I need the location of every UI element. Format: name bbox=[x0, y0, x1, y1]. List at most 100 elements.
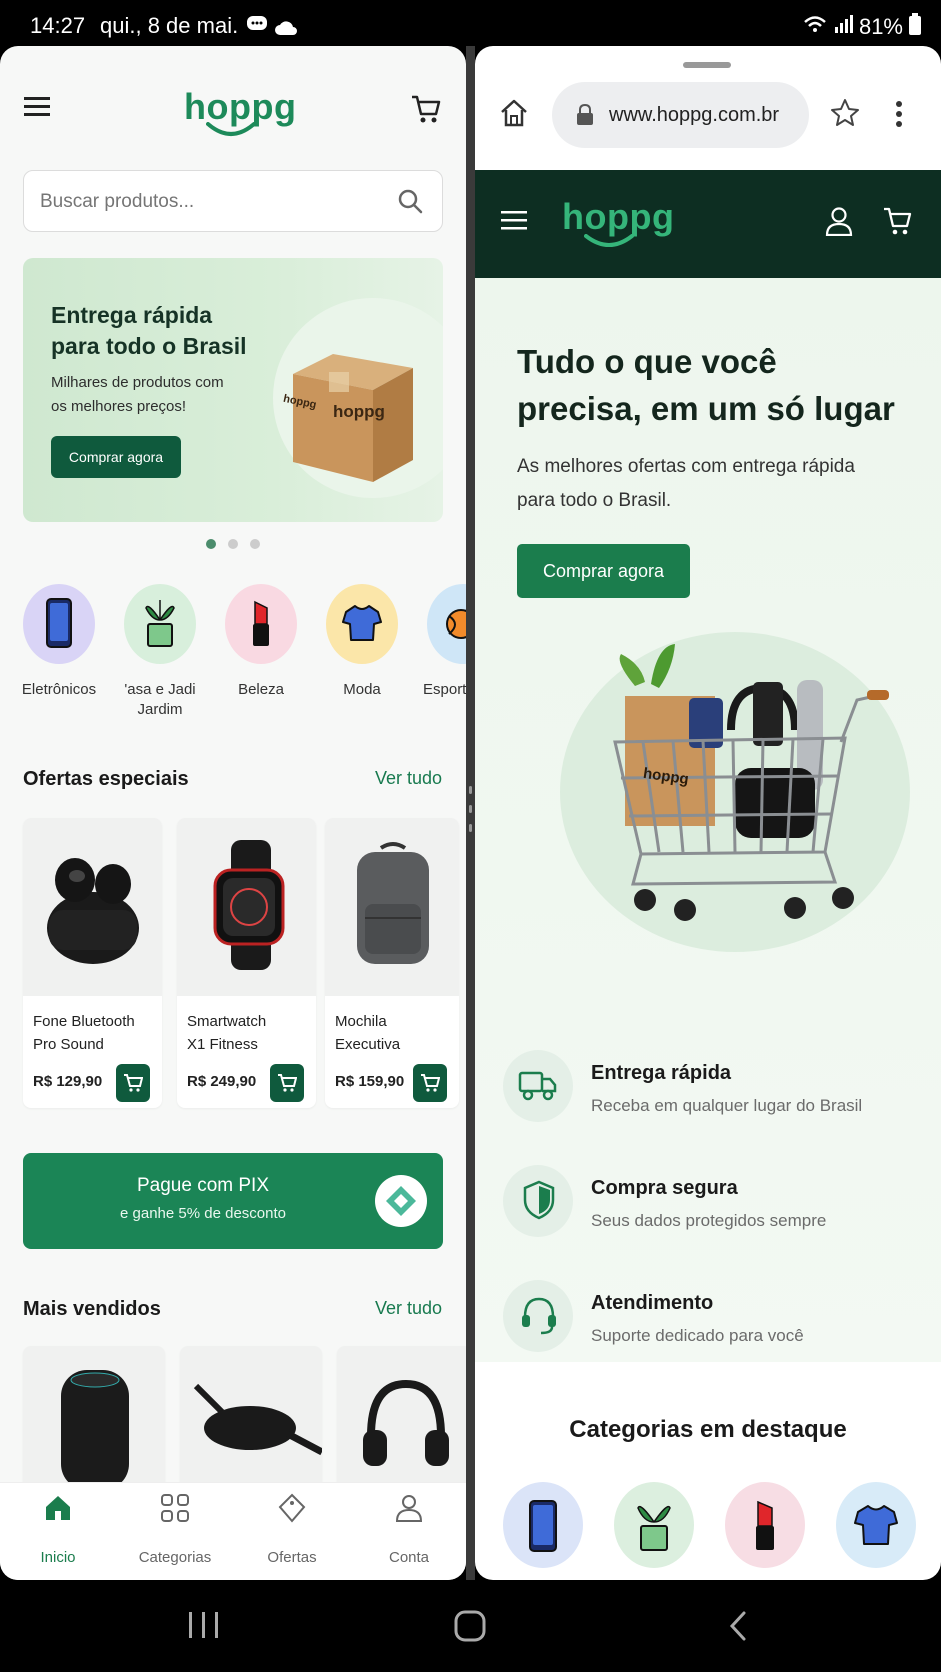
cloud-icon bbox=[274, 16, 298, 42]
cart-icon bbox=[124, 1074, 143, 1092]
featured-category-fashion[interactable] bbox=[836, 1482, 916, 1568]
search-icon[interactable] bbox=[398, 189, 424, 220]
bestseller-card[interactable] bbox=[23, 1346, 165, 1496]
featured-category-electronics[interactable] bbox=[503, 1482, 583, 1568]
shield-icon bbox=[503, 1165, 573, 1237]
product-image bbox=[325, 818, 459, 996]
cart-icon[interactable] bbox=[410, 94, 442, 129]
search-bar[interactable] bbox=[23, 170, 443, 232]
pix-icon bbox=[375, 1175, 427, 1227]
account-icon[interactable] bbox=[825, 206, 853, 241]
bottom-navigation: Inicio Categorias Ofertas Conta bbox=[0, 1482, 466, 1580]
category-eletronicos[interactable] bbox=[23, 584, 95, 664]
featured-category-garden[interactable] bbox=[614, 1482, 694, 1568]
product-price: R$ 129,90 bbox=[33, 1073, 103, 1090]
split-screen-divider[interactable] bbox=[466, 46, 475, 1580]
bestseller-card[interactable] bbox=[337, 1346, 466, 1496]
product-card[interactable]: Smartwatch X1 Fitness R$ 249,90 bbox=[177, 818, 316, 1108]
frying-pan-image bbox=[193, 1383, 322, 1456]
banner-buy-button[interactable]: Comprar agora bbox=[51, 436, 181, 478]
bookmark-star-icon[interactable] bbox=[830, 98, 860, 133]
search-input[interactable] bbox=[40, 185, 380, 219]
site-menu-icon[interactable] bbox=[501, 210, 527, 237]
home-icon[interactable] bbox=[499, 98, 529, 133]
feature-title: Compra segura bbox=[591, 1177, 738, 1199]
backpack-image bbox=[357, 842, 429, 964]
hero-subtitle-line2: para todo o Brasil. bbox=[517, 490, 672, 511]
category-beleza[interactable] bbox=[225, 584, 297, 664]
back-icon[interactable] bbox=[726, 1610, 750, 1647]
product-price: R$ 159,90 bbox=[335, 1073, 405, 1090]
add-to-cart-button[interactable] bbox=[270, 1064, 304, 1102]
product-name-line2: Executiva bbox=[335, 1036, 401, 1053]
featured-category-beauty[interactable] bbox=[725, 1482, 805, 1568]
product-name: Smartwatch X1 Fitness bbox=[187, 1010, 266, 1056]
ball-icon bbox=[446, 609, 466, 639]
package-box-image: hoppg hoppg bbox=[282, 354, 413, 482]
product-image bbox=[177, 818, 316, 996]
add-to-cart-button[interactable] bbox=[116, 1064, 150, 1102]
hero-section: Tudo o que você precisa, em um só lugar … bbox=[475, 278, 941, 1362]
feature-title: Entrega rápida bbox=[591, 1062, 732, 1084]
category-casa-jardim[interactable] bbox=[124, 584, 196, 664]
promo-banner[interactable]: Entrega rápida para todo o Brasil Milhar… bbox=[23, 258, 443, 522]
offers-see-all-link[interactable]: Ver tudo bbox=[375, 768, 442, 789]
bestsellers-see-all-link[interactable]: Ver tudo bbox=[375, 1298, 442, 1319]
nav-inicio[interactable]: Inicio bbox=[3, 1493, 113, 1566]
hero-title: Tudo o que você precisa, em um só lugar bbox=[517, 338, 895, 432]
recent-apps-icon[interactable] bbox=[187, 1610, 221, 1645]
battery-icon bbox=[909, 13, 921, 41]
category-label-beleza: Beleza bbox=[238, 681, 284, 698]
hero-buy-button[interactable]: Comprar agora bbox=[517, 544, 690, 598]
product-name-line2: X1 Fitness bbox=[187, 1036, 258, 1053]
battery-level: 81% bbox=[858, 14, 903, 39]
feature-entrega: Entrega rápida Receba em qualquer lugar … bbox=[503, 1050, 923, 1140]
browser-pane: www.hoppg.com.br hoppg Tudo o que você p… bbox=[475, 46, 941, 1580]
product-card[interactable]: Fone Bluetooth Pro Sound R$ 129,90 bbox=[23, 818, 162, 1108]
nav-conta[interactable]: Conta bbox=[354, 1493, 464, 1566]
carousel-dot-active[interactable] bbox=[206, 539, 216, 549]
product-image bbox=[23, 818, 162, 996]
carousel-dots bbox=[206, 539, 260, 549]
drag-handle[interactable] bbox=[683, 62, 731, 68]
status-date: qui., 8 de mai. bbox=[100, 13, 239, 38]
product-name: Fone Bluetooth Pro Sound bbox=[33, 1010, 135, 1056]
offers-title: Ofertas especiais bbox=[23, 768, 189, 790]
cart-icon bbox=[421, 1074, 440, 1092]
add-to-cart-button[interactable] bbox=[413, 1064, 447, 1102]
screen: 14:27 qui., 8 de mai. 81% hoppg Buscar p… bbox=[0, 0, 941, 1672]
tshirt-icon bbox=[342, 605, 382, 641]
headset-icon bbox=[503, 1280, 573, 1352]
nav-ofertas[interactable]: Ofertas bbox=[237, 1493, 347, 1566]
carousel-dot[interactable] bbox=[250, 539, 260, 549]
address-bar[interactable]: www.hoppg.com.br bbox=[552, 82, 809, 148]
bestsellers-title: Mais vendidos bbox=[23, 1298, 161, 1320]
category-esportes[interactable] bbox=[427, 584, 466, 664]
bestseller-card[interactable] bbox=[180, 1346, 322, 1496]
banner-subtitle: Milhares de produtos com os melhores pre… bbox=[51, 371, 224, 419]
nav-ofertas-label: Ofertas bbox=[267, 1549, 317, 1566]
plant-icon bbox=[637, 1505, 671, 1551]
tshirt-icon bbox=[854, 1505, 898, 1545]
pix-banner[interactable]: Pague com PIX e ganhe 5% de desconto bbox=[23, 1153, 443, 1249]
nav-conta-label: Conta bbox=[388, 1549, 430, 1566]
product-card[interactable]: Mochila Executiva R$ 159,90 bbox=[325, 818, 459, 1108]
feature-title: Atendimento bbox=[591, 1292, 714, 1314]
nav-inicio-label: Inicio bbox=[40, 1549, 76, 1566]
feature-desc: Suporte dedicado para você bbox=[591, 1326, 804, 1345]
tag-icon bbox=[278, 1493, 306, 1523]
home-button-icon[interactable] bbox=[454, 1610, 486, 1647]
menu-icon[interactable] bbox=[24, 96, 52, 123]
lipstick-icon bbox=[253, 600, 269, 646]
more-options-icon[interactable] bbox=[895, 100, 903, 133]
site-cart-icon[interactable] bbox=[883, 206, 913, 241]
plant-icon bbox=[145, 600, 175, 647]
nav-categorias[interactable]: Categorias bbox=[120, 1493, 230, 1566]
lock-icon bbox=[577, 104, 593, 125]
cart-icon bbox=[278, 1074, 297, 1092]
carousel-dot[interactable] bbox=[228, 539, 238, 549]
url-text[interactable]: www.hoppg.com.br bbox=[609, 104, 779, 127]
hero-subtitle-line1: As melhores ofertas com entrega rápida bbox=[517, 456, 855, 477]
category-moda[interactable] bbox=[326, 584, 398, 664]
banner-title: Entrega rápida para todo o Brasil bbox=[51, 300, 247, 362]
